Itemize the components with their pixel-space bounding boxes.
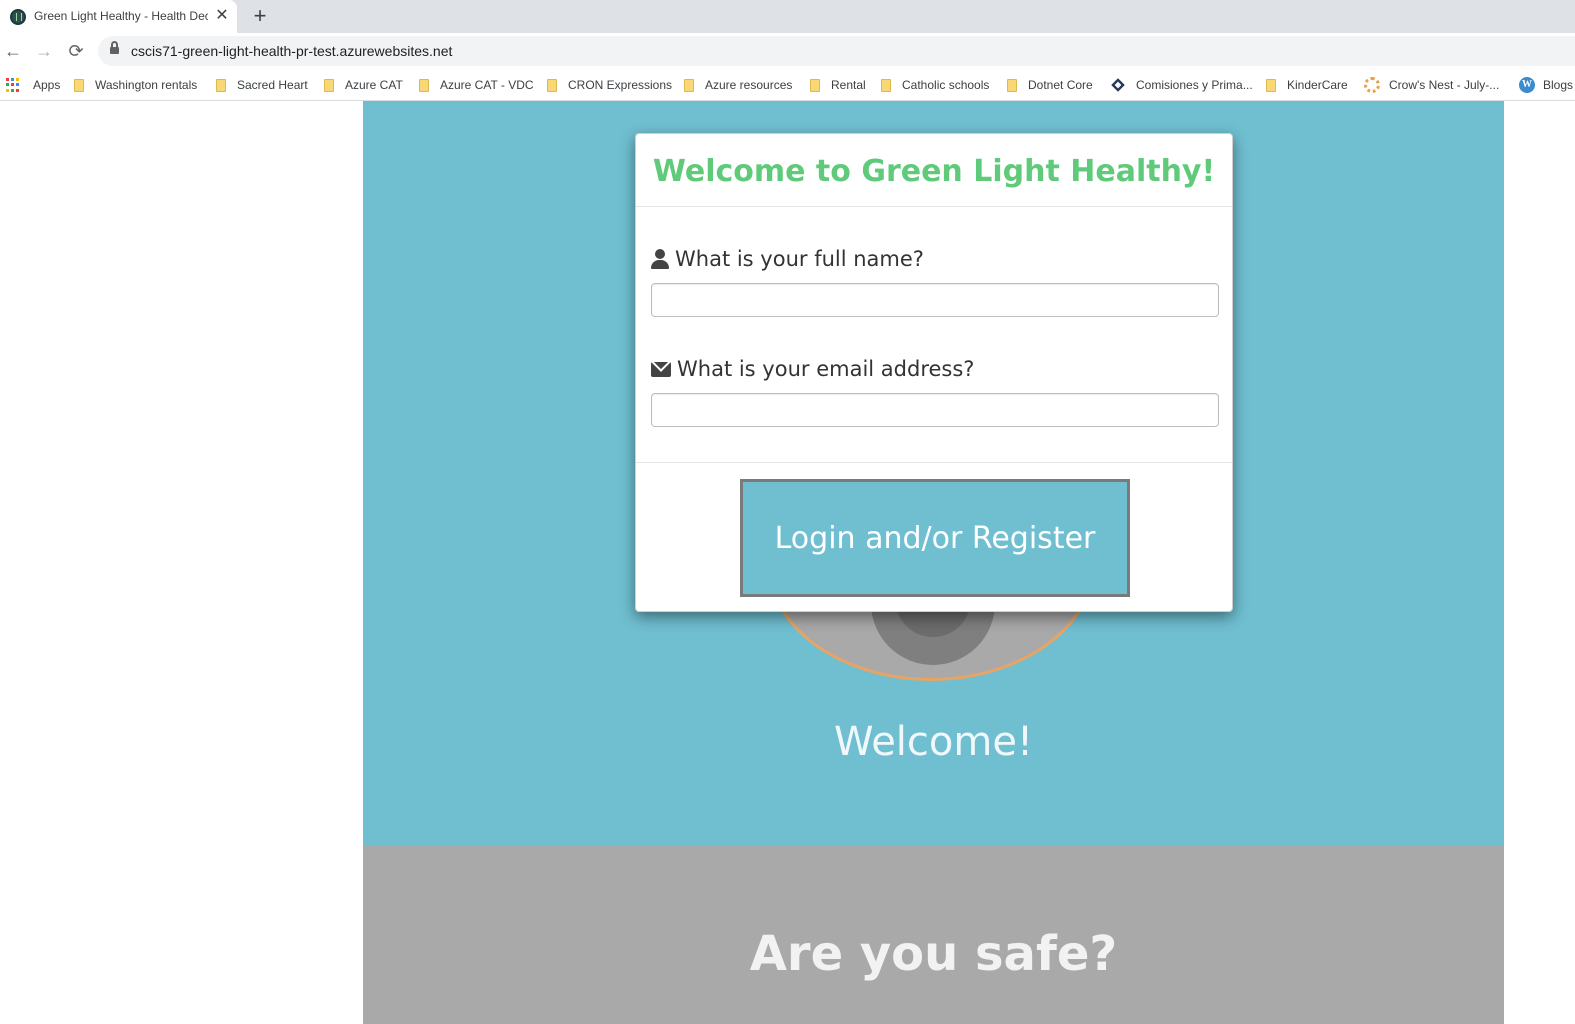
browser-tab-strip: Green Light Healthy - Health Declaration… xyxy=(0,0,1575,33)
diamond-icon xyxy=(1111,78,1125,92)
folder-icon xyxy=(419,78,429,92)
bookmark-blogs[interactable]: W Blogs xyxy=(1519,75,1573,95)
bookmark-label: Blogs xyxy=(1543,78,1574,92)
email-input[interactable] xyxy=(651,393,1219,427)
bookmark-azure-cat[interactable]: Azure CAT xyxy=(324,75,403,95)
bookmarks-bar: Apps Washington rentals Sacred Heart Azu… xyxy=(0,69,1575,101)
bookmark-azure-cat-vdc[interactable]: Azure CAT - VDC xyxy=(419,75,534,95)
reload-button[interactable]: ⟳ xyxy=(64,39,88,63)
email-field-label: What is your email address? xyxy=(651,357,974,381)
bookmark-catholic-schools[interactable]: Catholic schools xyxy=(881,75,989,95)
bookmark-label: Apps xyxy=(33,78,61,92)
browser-toolbar: ← → ⟳ cscis71-green-light-health-pr-test… xyxy=(0,33,1575,69)
folder-icon xyxy=(810,78,820,92)
site-favicon-icon xyxy=(10,9,26,25)
name-label-text: What is your full name? xyxy=(675,247,924,271)
wordpress-icon: W xyxy=(1519,77,1535,93)
full-name-input[interactable] xyxy=(651,283,1219,317)
bookmark-cron-expressions[interactable]: CRON Expressions xyxy=(547,75,672,95)
forward-button[interactable]: → xyxy=(32,39,56,63)
bookmark-kindercare[interactable]: KinderCare xyxy=(1266,75,1348,95)
bookmark-rental[interactable]: Rental xyxy=(810,75,866,95)
bookmark-label: Rental xyxy=(831,78,866,92)
bookmark-label: Azure resources xyxy=(705,78,793,92)
bookmark-label: Dotnet Core xyxy=(1028,78,1093,92)
safety-section: Are you safe? xyxy=(363,846,1504,1024)
bookmark-azure-resources[interactable]: Azure resources xyxy=(684,75,792,95)
folder-icon xyxy=(324,78,334,92)
user-icon xyxy=(651,248,669,270)
back-button[interactable]: ← xyxy=(1,39,25,63)
modal-footer: Login and/or Register xyxy=(636,462,1232,611)
bookmark-sacred-heart[interactable]: Sacred Heart xyxy=(216,75,308,95)
safety-heading: Are you safe? xyxy=(749,926,1118,982)
folder-icon xyxy=(1007,78,1017,92)
folder-icon xyxy=(881,78,891,92)
bookmark-dotnet-core[interactable]: Dotnet Core xyxy=(1007,75,1093,95)
email-label-text: What is your email address? xyxy=(677,357,975,381)
browser-tab[interactable]: Green Light Healthy - Health Declaration… xyxy=(0,0,237,33)
bookmark-label: Azure CAT xyxy=(345,78,403,92)
bookmark-label: Sacred Heart xyxy=(237,78,308,92)
page-content: Welcome! Are you safe? Welcome to Green … xyxy=(0,101,1575,1024)
tab-title: Green Light Healthy - Health Declaration xyxy=(34,9,208,23)
bookmark-crows-nest[interactable]: Crow's Nest - July-... xyxy=(1364,75,1499,95)
envelope-icon xyxy=(651,361,671,377)
login-register-button[interactable]: Login and/or Register xyxy=(740,479,1130,597)
modal-title: Welcome to Green Light Healthy! xyxy=(652,154,1216,189)
bookmark-label: Comisiones y Prima... xyxy=(1136,78,1253,92)
name-field-label: What is your full name? xyxy=(651,247,924,271)
apps-grid-icon xyxy=(6,78,20,92)
close-tab-icon[interactable]: ✕ xyxy=(213,7,231,25)
bookmark-label: CRON Expressions xyxy=(568,78,673,92)
folder-icon xyxy=(547,78,557,92)
bookmark-label: KinderCare xyxy=(1287,78,1348,92)
bookmark-label: Catholic schools xyxy=(902,78,990,92)
bookmark-apps[interactable]: Apps xyxy=(6,75,60,95)
welcome-heading: Welcome! xyxy=(833,719,1033,765)
folder-icon xyxy=(1266,78,1276,92)
address-bar[interactable]: cscis71-green-light-health-pr-test.azure… xyxy=(98,36,1575,66)
url-text[interactable]: cscis71-green-light-health-pr-test.azure… xyxy=(131,43,452,59)
folder-icon xyxy=(684,78,694,92)
login-modal: Welcome to Green Light Healthy! What is … xyxy=(635,133,1233,612)
bookmark-label: Washington rentals xyxy=(95,78,198,92)
sun-logo-icon xyxy=(1364,77,1380,93)
modal-header: Welcome to Green Light Healthy! xyxy=(636,134,1232,207)
bookmark-label: Azure CAT - VDC xyxy=(440,78,534,92)
bookmark-washington-rentals[interactable]: Washington rentals xyxy=(74,75,197,95)
folder-icon xyxy=(216,78,226,92)
new-tab-button[interactable]: + xyxy=(248,4,272,28)
lock-icon[interactable] xyxy=(110,41,119,56)
bookmark-label: Crow's Nest - July-... xyxy=(1389,78,1500,92)
bookmark-comisiones[interactable]: Comisiones y Prima... xyxy=(1111,75,1253,95)
folder-icon xyxy=(74,78,84,92)
